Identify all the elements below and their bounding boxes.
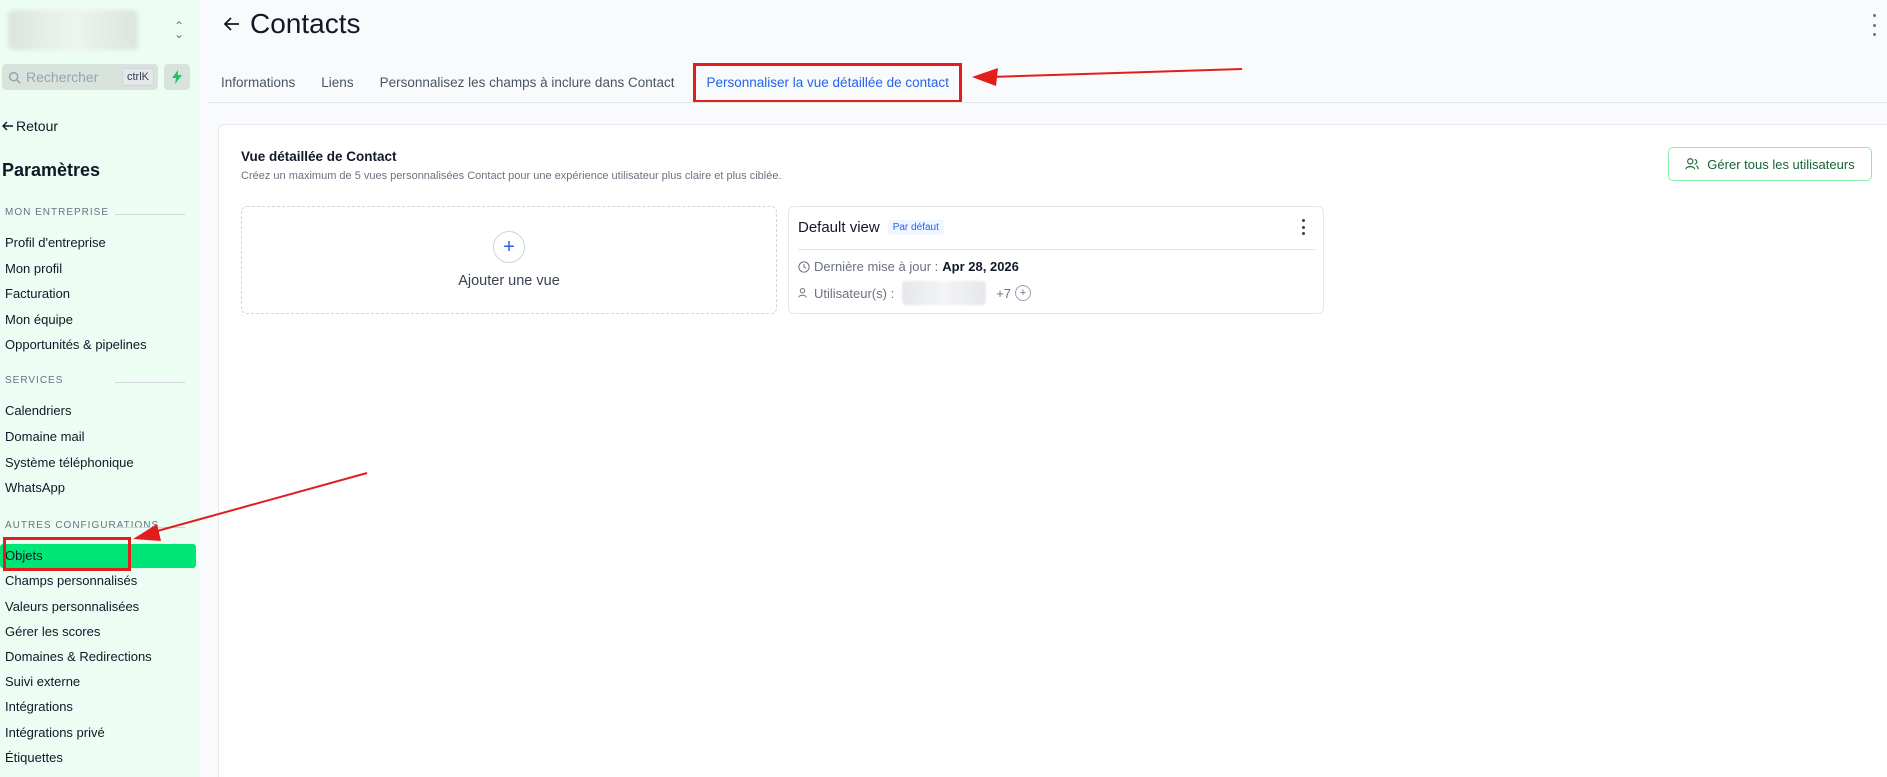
- arrow-left-icon: [223, 17, 239, 31]
- search-shortcut-badge: ctrlK: [122, 68, 154, 86]
- back-label: Retour: [16, 118, 59, 134]
- add-user-icon[interactable]: +: [1015, 285, 1032, 301]
- plus-icon: +: [493, 231, 525, 263]
- default-badge: Par défaut: [887, 220, 944, 235]
- search-row: Rechercher ctrlK: [2, 64, 194, 90]
- users-label: Utilisateur(s) :: [814, 285, 895, 301]
- page-back-button[interactable]: [222, 14, 242, 34]
- sidebar-item-facturation[interactable]: Facturation: [5, 284, 70, 304]
- section-label-services: SERVICES: [5, 375, 187, 386]
- sidebar-item-integrations[interactable]: Intégrations: [5, 697, 73, 717]
- quick-actions-button[interactable]: [164, 64, 190, 90]
- page-title: Contacts: [250, 8, 361, 39]
- account-name-redacted: [8, 10, 138, 50]
- sidebar-item-mon-profil[interactable]: Mon profil: [5, 259, 62, 279]
- sidebar-item-domaines-redirections[interactable]: Domaines & Redirections: [5, 647, 152, 667]
- tab-liens[interactable]: Liens: [308, 63, 366, 103]
- more-vertical-icon: [1872, 14, 1876, 17]
- last-updated-label: Dernière mise à jour :: [814, 259, 939, 274]
- sidebar-item-whatsapp[interactable]: WhatsApp: [5, 478, 65, 498]
- sidebar-item-suivi-externe[interactable]: Suivi externe: [5, 672, 80, 692]
- tab-personnaliser-champs[interactable]: Personnalisez les champs à inclure dans …: [367, 63, 688, 103]
- sidebar-item-opportunites[interactable]: Opportunités & pipelines: [5, 335, 147, 355]
- sidebar-item-etiquettes[interactable]: Étiquettes: [5, 748, 63, 768]
- section-label-autres-configurations: AUTRES CONFIGURATIONS: [5, 520, 186, 531]
- default-view-card[interactable]: Default view Par défaut Dernière mise à …: [788, 206, 1324, 314]
- search-input[interactable]: Rechercher ctrlK: [2, 64, 158, 90]
- clock-icon: [798, 260, 810, 273]
- sidebar-item-gerer-scores[interactable]: Gérer les scores: [5, 622, 100, 642]
- last-updated-row: Dernière mise à jour : Apr 28, 2026: [798, 259, 1019, 274]
- view-card-divider: [798, 249, 1316, 250]
- users-icon: [798, 288, 807, 298]
- last-updated-value: Apr 28, 2026: [942, 259, 1019, 274]
- search-icon: [8, 71, 21, 84]
- more-vertical-icon: [1301, 219, 1305, 222]
- sidebar-item-calendriers[interactable]: Calendriers: [5, 401, 71, 421]
- tab-informations[interactable]: Informations: [208, 63, 308, 103]
- arrow-left-icon: [2, 121, 13, 131]
- manage-all-users-label: Gérer tous les utilisateurs: [1707, 156, 1855, 172]
- users-row: Utilisateur(s) : +7 +: [798, 281, 1032, 305]
- panel-subtitle: Créez un maximum de 5 vues personnalisée…: [241, 170, 782, 182]
- chevron-up-down-icon: ⌃ ⌄: [173, 19, 184, 41]
- sidebar-item-domaine-mail[interactable]: Domaine mail: [5, 427, 84, 447]
- sidebar-item-profil-entreprise[interactable]: Profil d'entreprise: [5, 233, 106, 253]
- annotation-arrow-tab-line: [989, 68, 1243, 78]
- add-view-card[interactable]: + Ajouter une vue: [241, 206, 777, 314]
- panel-title: Vue détaillée de Contact: [241, 149, 397, 164]
- sidebar-item-integrations-prive[interactable]: Intégrations privé: [5, 723, 105, 743]
- tab-personnaliser-vue-detaillee[interactable]: Personnaliser la vue détaillée de contac…: [693, 63, 962, 103]
- add-view-label: Ajouter une vue: [458, 273, 560, 289]
- page-more-menu[interactable]: [1870, 14, 1878, 36]
- sidebar-item-champs-personnalises[interactable]: Champs personnalisés: [5, 571, 137, 591]
- view-card-header: Default view Par défaut: [798, 219, 944, 236]
- users-avatars-redacted: [902, 281, 987, 305]
- search-placeholder: Rechercher: [26, 69, 99, 85]
- tabs-divider: [208, 102, 1887, 103]
- sidebar-item-mon-equipe[interactable]: Mon équipe: [5, 310, 73, 330]
- sidebar-title: Paramètres: [2, 160, 101, 180]
- settings-sidebar: ⌃ ⌄ Rechercher ctrlK Retour Paramètres MO…: [0, 0, 200, 777]
- view-card-more-menu[interactable]: [1299, 219, 1307, 235]
- view-name: Default view: [798, 219, 880, 236]
- section-label-mon-entreprise: MON ENTREPRISE: [5, 207, 186, 218]
- back-link[interactable]: Retour: [2, 118, 58, 134]
- account-switcher[interactable]: ⌃ ⌄: [8, 8, 188, 52]
- annotation-highlight-objets: [3, 537, 131, 571]
- detail-view-panel: Vue détaillée de Contact Créez un maximu…: [218, 124, 1887, 777]
- sidebar-item-systeme-telephonique[interactable]: Système téléphonique: [5, 453, 134, 473]
- object-tabs: Informations Liens Personnalisez les cha…: [208, 62, 962, 104]
- users-extra-count: +7: [996, 285, 1012, 301]
- lightning-icon: [172, 70, 182, 84]
- manage-all-users-button[interactable]: Gérer tous les utilisateurs: [1668, 147, 1872, 181]
- sidebar-item-valeurs-personnalisees[interactable]: Valeurs personnalisées: [5, 597, 139, 617]
- annotation-arrow-tab-head: [972, 68, 998, 86]
- users-icon: [1685, 158, 1699, 170]
